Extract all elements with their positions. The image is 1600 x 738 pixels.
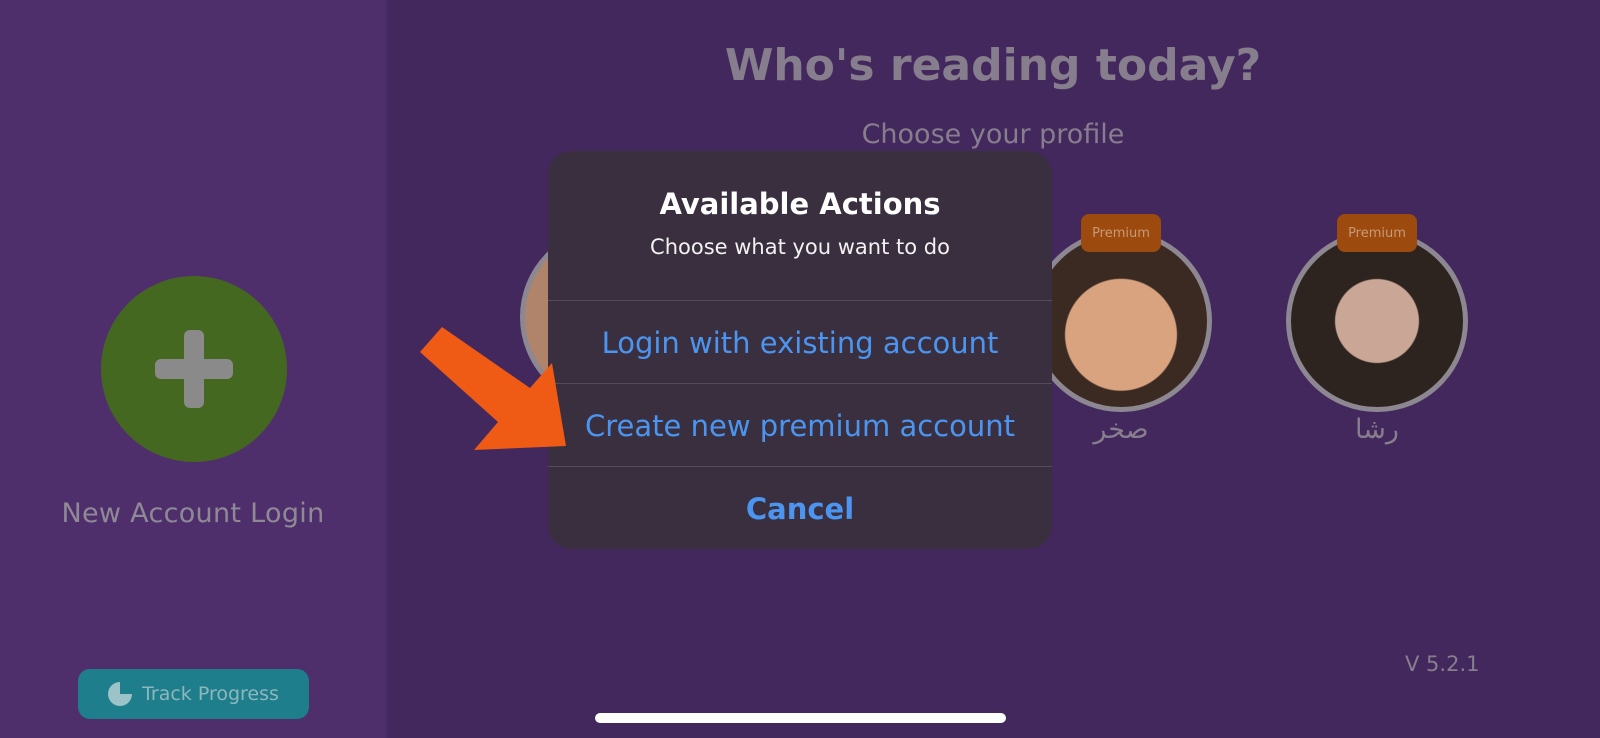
annotation-arrow-icon <box>420 327 566 450</box>
home-indicator[interactable] <box>595 713 1006 723</box>
